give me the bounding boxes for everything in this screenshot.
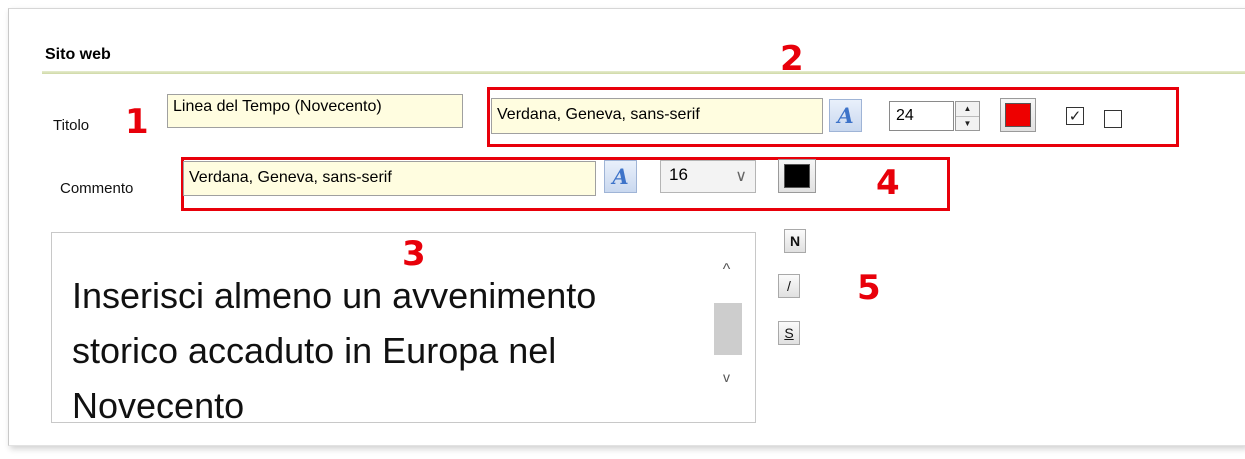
scroll-down-icon[interactable]: v	[710, 369, 743, 393]
annotation-5: 5	[857, 268, 881, 308]
commento-color-swatch	[784, 164, 810, 188]
commento-color-button[interactable]	[778, 159, 816, 193]
textarea-scrollbar[interactable]: ^ v	[710, 261, 743, 391]
scroll-up-icon[interactable]: ^	[710, 261, 743, 285]
check-icon: ✓	[1068, 107, 1082, 125]
comment-text: Inserisci almeno un avvenimento storico …	[72, 275, 597, 423]
chevron-down-icon: ∨	[735, 168, 747, 185]
annotation-1: 1	[125, 102, 149, 142]
titolo-color-swatch	[1005, 103, 1031, 127]
commento-label: Commento	[60, 180, 134, 197]
section-title: Sito web	[45, 46, 111, 63]
font-a-icon: A	[837, 103, 854, 128]
titolo-size-input[interactable]: 24	[889, 101, 954, 131]
commento-size-select[interactable]: 16 ∨	[660, 160, 756, 193]
italic-button[interactable]: /	[778, 274, 800, 298]
titolo-label: Titolo	[53, 117, 90, 134]
scroll-thumb[interactable]	[714, 303, 742, 355]
titolo-font-picker-button[interactable]: A	[829, 99, 862, 132]
commento-font-input[interactable]: Verdana, Geneva, sans-serif	[183, 161, 596, 196]
commento-size-value: 16	[669, 165, 688, 184]
titolo-font-input[interactable]: Verdana, Geneva, sans-serif	[491, 98, 823, 134]
arrow-down-icon[interactable]: ▼	[956, 115, 979, 131]
annotation-4: 4	[876, 163, 900, 203]
section-divider	[42, 71, 1245, 74]
font-a-icon: A	[612, 164, 629, 189]
bold-button[interactable]: N	[784, 229, 806, 253]
underline-button[interactable]: S	[778, 321, 800, 345]
titolo-checkbox-unchecked[interactable]	[1104, 110, 1122, 128]
titolo-checkbox-checked[interactable]: ✓	[1066, 107, 1084, 125]
titolo-input[interactable]: Linea del Tempo (Novecento)	[167, 94, 463, 128]
commento-font-picker-button[interactable]: A	[604, 160, 637, 193]
annotation-3: 3	[402, 234, 426, 274]
titolo-color-button[interactable]	[1000, 98, 1036, 132]
annotation-2: 2	[780, 39, 804, 79]
titolo-size-spinner[interactable]: ▲ ▼	[955, 101, 980, 131]
arrow-up-icon[interactable]: ▲	[956, 102, 979, 116]
